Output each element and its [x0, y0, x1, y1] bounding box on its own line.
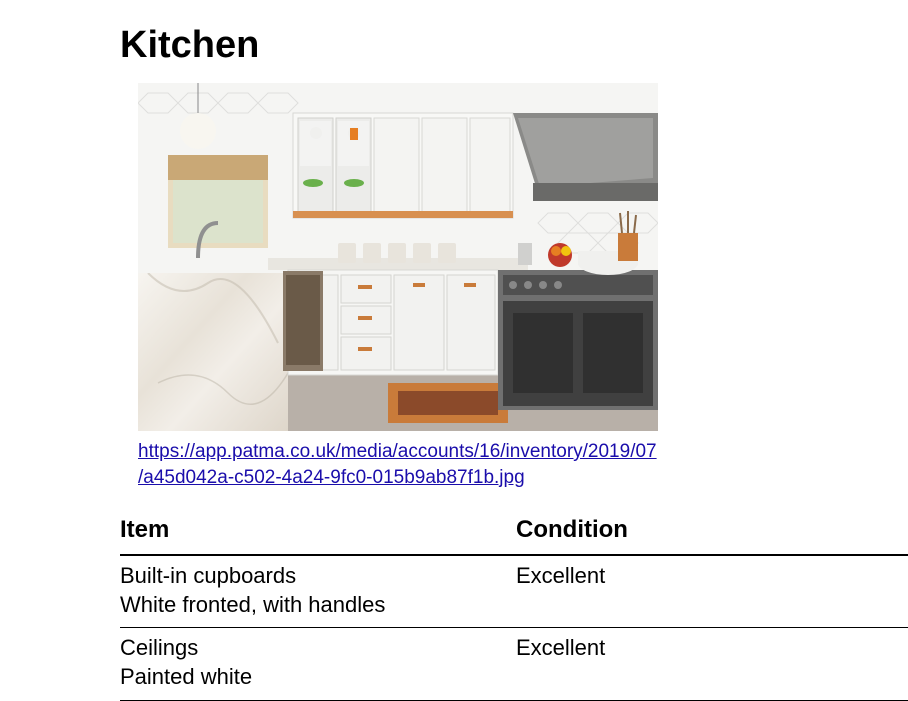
table-row: Ceilings Painted white Excellent [120, 628, 908, 700]
table-row: Built-in cupboards White fronted, with h… [120, 555, 908, 628]
item-description: Painted white [120, 663, 516, 692]
image-source-link[interactable]: https://app.patma.co.uk/media/accounts/1… [138, 439, 658, 490]
inventory-table: Item Condition Built-in cupboards White … [120, 510, 908, 700]
item-condition: Excellent [516, 555, 908, 628]
page-title: Kitchen [120, 24, 908, 67]
column-header-condition: Condition [516, 510, 908, 555]
item-description: White fronted, with handles [120, 591, 516, 620]
item-name: Built-in cupboards [120, 562, 516, 591]
item-name: Ceilings [120, 634, 516, 663]
item-condition: Excellent [516, 628, 908, 700]
column-header-item: Item [120, 510, 516, 555]
kitchen-photo [138, 83, 658, 431]
